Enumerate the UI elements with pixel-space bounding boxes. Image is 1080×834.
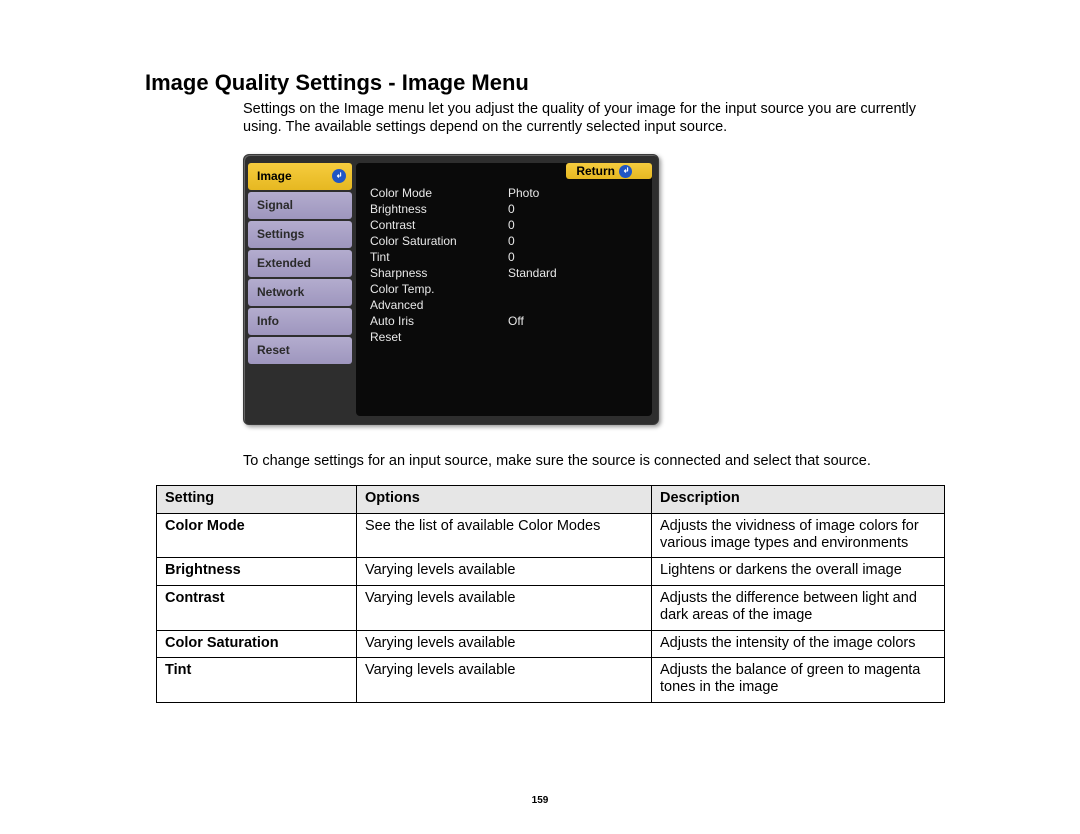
osd-sidebar-item: Image bbox=[248, 163, 352, 190]
osd-sidebar-item: Extended bbox=[248, 250, 352, 277]
cell-setting: Contrast bbox=[157, 585, 357, 630]
osd-row: Reset bbox=[370, 329, 638, 345]
table-header-row: Setting Options Description bbox=[157, 486, 945, 513]
note-paragraph: To change settings for an input source, … bbox=[243, 453, 950, 469]
cell-description: Adjusts the balance of green to magenta … bbox=[652, 657, 945, 702]
cell-options: Varying levels available bbox=[357, 657, 652, 702]
cell-options: Varying levels available bbox=[357, 585, 652, 630]
cell-description: Adjusts the intensity of the image color… bbox=[652, 630, 945, 657]
settings-table: Setting Options Description Color ModeSe… bbox=[156, 485, 945, 703]
osd-row: Advanced bbox=[370, 297, 638, 313]
osd-sidebar-item: Signal bbox=[248, 192, 352, 219]
osd-row-value: Standard bbox=[508, 265, 638, 281]
cell-setting: Color Saturation bbox=[157, 630, 357, 657]
table-header-options: Options bbox=[357, 486, 652, 513]
osd-row-value bbox=[508, 329, 638, 345]
osd-row: Tint0 bbox=[370, 249, 638, 265]
osd-row: Contrast0 bbox=[370, 217, 638, 233]
cell-description: Adjusts the difference between light and… bbox=[652, 585, 945, 630]
osd-row-label: Sharpness bbox=[370, 265, 508, 281]
cell-options: See the list of available Color Modes bbox=[357, 513, 652, 558]
osd-sidebar: ImageSignalSettingsExtendedNetworkInfoRe… bbox=[248, 163, 352, 366]
osd-row-value bbox=[508, 281, 638, 297]
osd-row: Color ModePhoto bbox=[370, 185, 638, 201]
table-row: TintVarying levels availableAdjusts the … bbox=[157, 657, 945, 702]
intro-paragraph: Settings on the Image menu let you adjus… bbox=[145, 100, 950, 136]
osd-row: Color Saturation0 bbox=[370, 233, 638, 249]
osd-row-value: Off bbox=[508, 313, 638, 329]
table-header-setting: Setting bbox=[157, 486, 357, 513]
cell-setting: Brightness bbox=[157, 558, 357, 585]
osd-row-value: 0 bbox=[508, 249, 638, 265]
osd-sidebar-item: Network bbox=[248, 279, 352, 306]
osd-menu-image: ImageSignalSettingsExtendedNetworkInfoRe… bbox=[243, 154, 659, 425]
osd-row-label: Auto Iris bbox=[370, 313, 508, 329]
osd-panel: Return Color ModePhotoBrightness0Contras… bbox=[356, 163, 652, 416]
osd-row-label: Contrast bbox=[370, 217, 508, 233]
cell-setting: Tint bbox=[157, 657, 357, 702]
cell-setting: Color Mode bbox=[157, 513, 357, 558]
table-body: Color ModeSee the list of available Colo… bbox=[157, 513, 945, 702]
cell-options: Varying levels available bbox=[357, 558, 652, 585]
osd-row-value: 0 bbox=[508, 217, 638, 233]
osd-row-value: 0 bbox=[508, 233, 638, 249]
osd-row-value: Photo bbox=[508, 185, 638, 201]
osd-row-label: Tint bbox=[370, 249, 508, 265]
table-row: ContrastVarying levels availableAdjusts … bbox=[157, 585, 945, 630]
table-row: Color SaturationVarying levels available… bbox=[157, 630, 945, 657]
osd-row: Color Temp. bbox=[370, 281, 638, 297]
osd-sidebar-item: Info bbox=[248, 308, 352, 335]
osd-row: Auto IrisOff bbox=[370, 313, 638, 329]
osd-rows: Color ModePhotoBrightness0Contrast0Color… bbox=[370, 185, 638, 345]
table-row: BrightnessVarying levels availableLighte… bbox=[157, 558, 945, 585]
table-row: Color ModeSee the list of available Colo… bbox=[157, 513, 945, 558]
table-header-description: Description bbox=[652, 486, 945, 513]
osd-row-label: Color Temp. bbox=[370, 281, 508, 297]
osd-row-label: Color Saturation bbox=[370, 233, 508, 249]
osd-row-value bbox=[508, 297, 638, 313]
osd-sidebar-item: Reset bbox=[248, 337, 352, 364]
cell-description: Adjusts the vividness of image colors fo… bbox=[652, 513, 945, 558]
osd-return-label: Return bbox=[576, 164, 615, 178]
osd-sidebar-item: Settings bbox=[248, 221, 352, 248]
osd-row-label: Reset bbox=[370, 329, 508, 345]
osd-return-button: Return bbox=[566, 163, 652, 179]
page-number: 159 bbox=[0, 795, 1080, 806]
page-title: Image Quality Settings - Image Menu bbox=[145, 70, 950, 96]
cell-options: Varying levels available bbox=[357, 630, 652, 657]
osd-row-label: Advanced bbox=[370, 297, 508, 313]
osd-row-label: Brightness bbox=[370, 201, 508, 217]
osd-row: SharpnessStandard bbox=[370, 265, 638, 281]
osd-row-value: 0 bbox=[508, 201, 638, 217]
cell-description: Lightens or darkens the overall image bbox=[652, 558, 945, 585]
osd-row-label: Color Mode bbox=[370, 185, 508, 201]
osd-row: Brightness0 bbox=[370, 201, 638, 217]
enter-icon bbox=[332, 169, 346, 183]
enter-icon bbox=[619, 165, 632, 178]
